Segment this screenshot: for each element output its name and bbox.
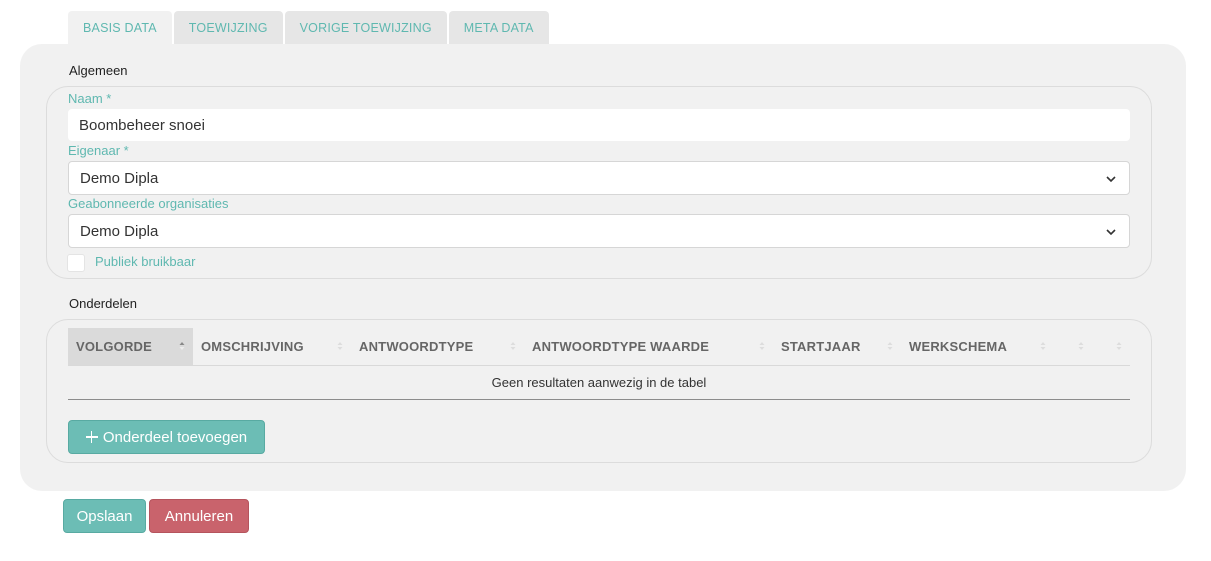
column-header-label: WERKSCHEMA [909, 339, 1008, 354]
column-header-werkschema[interactable]: WERKSCHEMA [901, 328, 1054, 365]
column-header-volgorde[interactable]: VOLGORDE [68, 328, 193, 365]
owner-select-value: Demo Dipla [80, 169, 159, 187]
public-usable-label: Publiek bruikbaar [95, 254, 196, 269]
subscribed-orgs-label: Geabonneerde organisaties [68, 196, 229, 211]
sort-icon [510, 342, 516, 350]
column-header-label: OMSCHRIJVING [201, 339, 304, 354]
sort-icon [1116, 342, 1122, 350]
chevron-down-icon [1106, 176, 1116, 183]
cancel-button[interactable]: Annuleren [149, 499, 249, 533]
owner-select[interactable]: Demo Dipla [68, 161, 1130, 195]
column-header-label: STARTJAAR [781, 339, 861, 354]
sort-icon [1040, 342, 1046, 350]
sort-icon [179, 342, 185, 350]
section-title-parts: Onderdelen [69, 296, 137, 311]
section-title-general: Algemeen [69, 63, 128, 78]
table-header: VOLGORDE OMSCHRIJVING ANTWOORDTYPE ANTWO… [68, 328, 1130, 365]
column-header-actions-2[interactable] [1092, 328, 1130, 365]
tab-toewijzing[interactable]: TOEWIJZING [173, 11, 283, 44]
subscribed-orgs-select[interactable]: Demo Dipla [68, 214, 1130, 248]
table-empty-message: Geen resultaten aanwezig in de tabel [491, 375, 707, 390]
tab-bar: BASIS DATA TOEWIJZING VORIGE TOEWIJZING … [68, 11, 549, 44]
column-header-actions-1[interactable] [1054, 328, 1092, 365]
column-header-omschrijving[interactable]: OMSCHRIJVING [193, 328, 351, 365]
subscribed-orgs-value: Demo Dipla [80, 222, 159, 240]
sort-icon [1078, 342, 1084, 350]
add-part-button[interactable]: Onderdeel toevoegen [68, 420, 265, 454]
column-header-label: ANTWOORDTYPE [359, 339, 474, 354]
chevron-down-icon [1106, 229, 1116, 236]
column-header-label: VOLGORDE [76, 339, 152, 354]
name-label: Naam * [68, 91, 112, 106]
sort-icon [887, 342, 893, 350]
plus-icon [85, 431, 98, 443]
column-header-label: ANTWOORDTYPE WAARDE [532, 339, 710, 354]
save-button[interactable]: Opslaan [63, 499, 146, 533]
column-header-startjaar[interactable]: STARTJAAR [773, 328, 901, 365]
column-header-antwoordtype-waarde[interactable]: ANTWOORDTYPE WAARDE [524, 328, 773, 365]
table-empty-row: Geen resultaten aanwezig in de tabel [68, 365, 1130, 400]
tab-vorige-toewijzing[interactable]: VORIGE TOEWIJZING [284, 11, 447, 44]
column-header-antwoordtype[interactable]: ANTWOORDTYPE [351, 328, 524, 365]
add-part-button-label: Onderdeel toevoegen [102, 428, 248, 446]
tab-basis-data[interactable]: BASIS DATA [68, 11, 172, 44]
owner-label: Eigenaar * [68, 143, 129, 158]
sort-icon [759, 342, 765, 350]
sort-icon [337, 342, 343, 350]
tab-meta-data[interactable]: META DATA [448, 11, 549, 44]
public-usable-checkbox[interactable] [67, 254, 85, 272]
name-input[interactable] [68, 109, 1130, 141]
